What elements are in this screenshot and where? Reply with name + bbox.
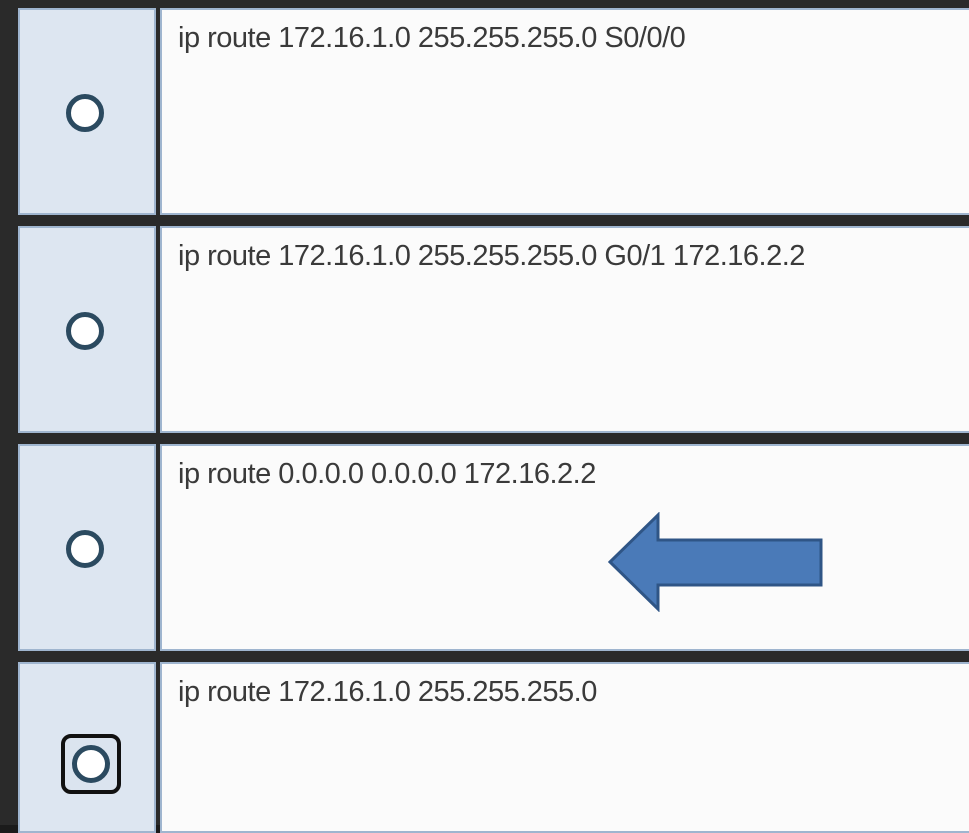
answer-option-1[interactable]: ip route 172.16.1.0 255.255.255.0 S0/0/0 (18, 8, 969, 215)
answer-text-option-4: ip route 172.16.1.0 255.255.255.0 (178, 676, 597, 708)
answer-option-3[interactable]: ip route 0.0.0.0 0.0.0.0 172.16.2.2 (18, 444, 969, 651)
quiz-frame: ip route 172.16.1.0 255.255.255.0 S0/0/0… (0, 0, 969, 833)
radio-focus-ring[interactable] (61, 734, 121, 794)
answer-option-4[interactable]: ip route 172.16.1.0 255.255.255.0 (18, 662, 969, 833)
arrow-shape (608, 512, 823, 612)
radio-cell[interactable] (18, 444, 156, 651)
answer-text-option-3: ip route 0.0.0.0 0.0.0.0 172.16.2.2 (178, 458, 596, 490)
answer-option-2[interactable]: ip route 172.16.1.0 255.255.255.0 G0/1 1… (18, 226, 969, 433)
radio-button-option-1[interactable] (66, 94, 104, 132)
left-arrow-icon (608, 512, 823, 612)
radio-button-option-3[interactable] (66, 530, 104, 568)
answer-text-cell[interactable]: ip route 172.16.1.0 255.255.255.0 G0/1 1… (160, 226, 969, 433)
radio-cell[interactable] (18, 8, 156, 215)
radio-button-option-2[interactable] (66, 312, 104, 350)
radio-button-option-4[interactable] (72, 745, 110, 783)
answer-text-cell[interactable]: ip route 172.16.1.0 255.255.255.0 S0/0/0 (160, 8, 969, 215)
answer-text-cell[interactable]: ip route 172.16.1.0 255.255.255.0 (160, 662, 969, 833)
radio-cell[interactable] (18, 662, 156, 833)
answer-text-option-1: ip route 172.16.1.0 255.255.255.0 S0/0/0 (178, 22, 686, 54)
answer-text-cell[interactable]: ip route 0.0.0.0 0.0.0.0 172.16.2.2 (160, 444, 969, 651)
answer-text-option-2: ip route 172.16.1.0 255.255.255.0 G0/1 1… (178, 240, 805, 272)
radio-cell[interactable] (18, 226, 156, 433)
